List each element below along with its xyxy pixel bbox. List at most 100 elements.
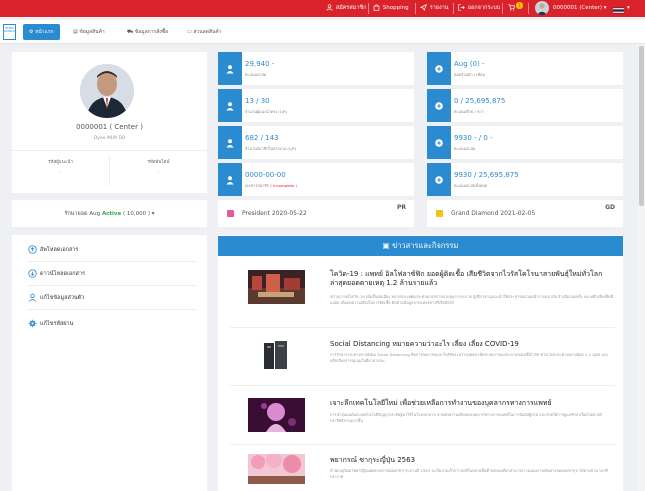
truck-icon: ⛟: [127, 29, 135, 35]
report-link[interactable]: รายงาน: [420, 0, 449, 17]
stat-label: คะแนนสะสม: [454, 146, 476, 151]
stat-value: 0 / 25,695,875: [454, 97, 506, 105]
news-header: ▣ ข่าวสารและกิจกรรม: [218, 236, 623, 256]
logout-icon: [458, 4, 465, 11]
rank-tag: GD: [605, 204, 615, 211]
stat-value: 29,940 -: [245, 60, 275, 68]
site-logo[interactable]: EDEN WORLD: [3, 24, 16, 40]
news-title[interactable]: Social Distancing หมายความว่าอะไร เลี่ยง…: [330, 340, 615, 349]
profile-name: 0000001 ( Center ): [76, 123, 143, 131]
news-excerpt: สถานการณ์โควิด-19 เพิ่มขึ้นต่อเนื่อง หลา…: [330, 294, 613, 305]
logout-link[interactable]: ออกจากระบบ: [458, 0, 500, 17]
rank-text: Grand Diamond 2021-02-05: [451, 210, 536, 217]
user-icon: [226, 138, 234, 147]
main-nav: EDEN WORLD ⚙ หน้าแรก ▤ ข้อมูลสินค้า ⛟ ข้…: [0, 20, 645, 44]
menu-edit-profile[interactable]: แก้ไขข้อมูลส่วนตัว: [12, 288, 207, 308]
bag-icon: [373, 4, 380, 11]
profile-photo: [80, 64, 134, 118]
user-icon: [226, 101, 234, 110]
stat-value: 682 / 143: [245, 134, 279, 142]
thai-flag-icon[interactable]: [613, 5, 624, 14]
stat-label: คะแนนสะสม: [245, 72, 267, 77]
stat-card: 9930 - / 0 - คะแนนสะสม: [427, 126, 623, 159]
menu-upload-documents[interactable]: อัพโหลดเอกสาร: [12, 240, 207, 260]
send-icon: [420, 4, 427, 11]
stat-label: คะแนนสะสมทั้งหมด: [454, 183, 488, 188]
stat-card: Aug (0) - ยอดส่วนตัว / เดือน: [427, 52, 623, 85]
sponsor-value: -: [59, 170, 62, 176]
coin-icon: [435, 175, 443, 184]
stat-value: 9930 / 25,695,875: [454, 171, 519, 179]
tab-discounts[interactable]: ▭ ส่วนลดสินค้า: [187, 24, 222, 40]
tab-home[interactable]: ⚙ หน้าแรก: [23, 24, 60, 40]
stat-value: 13 / 30: [245, 97, 270, 105]
gear-icon: [28, 319, 37, 328]
scrollbar-thumb[interactable]: [639, 46, 644, 206]
upline-value: -: [157, 170, 160, 176]
news-thumbnail[interactable]: [248, 454, 305, 484]
menu-change-password[interactable]: แก้ไขรหัสผ่าน: [12, 314, 207, 334]
menu-download-documents[interactable]: ดาวน์โหลดเอกสาร: [12, 264, 207, 284]
medal-icon: [436, 210, 443, 217]
news-excerpt: สำนักอุตุนิยมวิทยาญี่ปุ่นเผยคาดการณ์ดอกซ…: [330, 468, 608, 479]
rank-card-grand-diamond: GD Grand Diamond 2021-02-05: [427, 200, 623, 227]
stat-label: คะแนนซ้าย / ขวา: [454, 109, 484, 114]
stat-value: 9930 - / 0 -: [454, 134, 493, 142]
upline-label: รหัสอัพไลน์: [147, 160, 170, 165]
flag-caret-icon[interactable]: ▾: [627, 0, 630, 17]
divider: [12, 150, 207, 151]
cart-button[interactable]: [508, 0, 516, 17]
user-avatar[interactable]: [535, 1, 549, 15]
upload-icon: [28, 245, 37, 254]
stat-label: จำนวนสมาชิกในสายงาน (L/R): [245, 146, 297, 151]
cart-badge: 1: [516, 2, 523, 9]
incomplete-badge[interactable]: ( incomplete ): [270, 183, 297, 188]
sponsor-label: รหัสผู้แนะนำ: [48, 160, 73, 165]
stat-card: 9930 / 25,695,875 คะแนนสะสมทั้งหมด: [427, 163, 623, 196]
profile-avatar: [80, 64, 134, 118]
caret-down-icon[interactable]: ▾: [152, 211, 155, 217]
stat-value: 0000-00-00: [245, 171, 286, 179]
stat-label: ยอดส่วนตัว / เดือน: [454, 72, 485, 77]
maintain-status: รักษายอด Aug Active ( 10,000 ) ▾: [64, 211, 155, 217]
stat-card: 29,940 - คะแนนสะสม: [218, 52, 414, 85]
medal-icon: [227, 210, 234, 217]
stat-card: 13 / 30 จำนวนผู้แนะนำตรง (L/R): [218, 89, 414, 122]
tab-products[interactable]: ▤ ข้อมูลสินค้า: [73, 24, 105, 40]
rank-card-president: PR President 2020-05-22: [218, 200, 414, 227]
news-thumbnail[interactable]: [248, 338, 305, 372]
news-title[interactable]: พยากรณ์ ซากุระญี่ปุ่น 2563: [330, 456, 615, 465]
stat-label: จำนวนผู้แนะนำตรง (L/R): [245, 109, 288, 114]
news-title[interactable]: เจาะลึกเทคโนโลยีใหม่ เพื่อช่วยเหลือการทำ…: [330, 399, 615, 408]
top-bar: สมัครสมาชิก Shopping รายงาน ออกจากระบบ 1…: [0, 0, 645, 17]
rank-tag: PR: [396, 204, 406, 211]
news-excerpt: การนำหุ่นยนต์และเทคโนโลยีปัญญาประดิษฐ์มา…: [330, 412, 602, 423]
user-icon: [326, 4, 333, 11]
tab-orders[interactable]: ⛟ ข้อมูลการสั่งซื้อ: [127, 24, 168, 40]
download-icon: [28, 269, 37, 278]
news-thumbnail[interactable]: [248, 398, 305, 432]
shopping-link[interactable]: Shopping: [373, 0, 409, 17]
news-icon: ▣: [382, 241, 393, 250]
caret-down-icon: ▾: [603, 5, 607, 11]
user-menu[interactable]: 0000001 (Center) ▾: [553, 0, 607, 17]
news-excerpt: การรักษาระยะห่างทางสังคม Social Distanci…: [330, 352, 609, 363]
coin-icon: [435, 64, 443, 73]
stat-value: Aug (0) -: [454, 60, 485, 68]
user-icon: [226, 175, 234, 184]
news-thumbnail[interactable]: [248, 270, 305, 304]
coin-icon: [435, 138, 443, 147]
news-title[interactable]: โควิด-19 : แพทย์ อิลโฟลาซ์ฟิก ยอดผู้ติดเ…: [330, 270, 615, 288]
cart-icon: [508, 4, 515, 11]
stat-card: 0 / 25,695,875 คะแนนซ้าย / ขวา: [427, 89, 623, 122]
profile-plan: Dyeo MLM DB: [93, 136, 126, 141]
rank-text: President 2020-05-22: [242, 210, 307, 217]
stat-card: 682 / 143 จำนวนสมาชิกในสายงาน (L/R): [218, 126, 414, 159]
coin-icon: [435, 101, 443, 110]
scrollbar[interactable]: [638, 44, 645, 491]
stat-card: 0000-00-00 เอกสารสมาชิก ( incomplete ): [218, 163, 414, 196]
stat-label: เอกสารสมาชิก ( incomplete ): [245, 183, 297, 188]
avatar-image: [535, 1, 549, 15]
user-icon: [226, 64, 234, 73]
register-link[interactable]: สมัครสมาชิก: [326, 0, 367, 17]
